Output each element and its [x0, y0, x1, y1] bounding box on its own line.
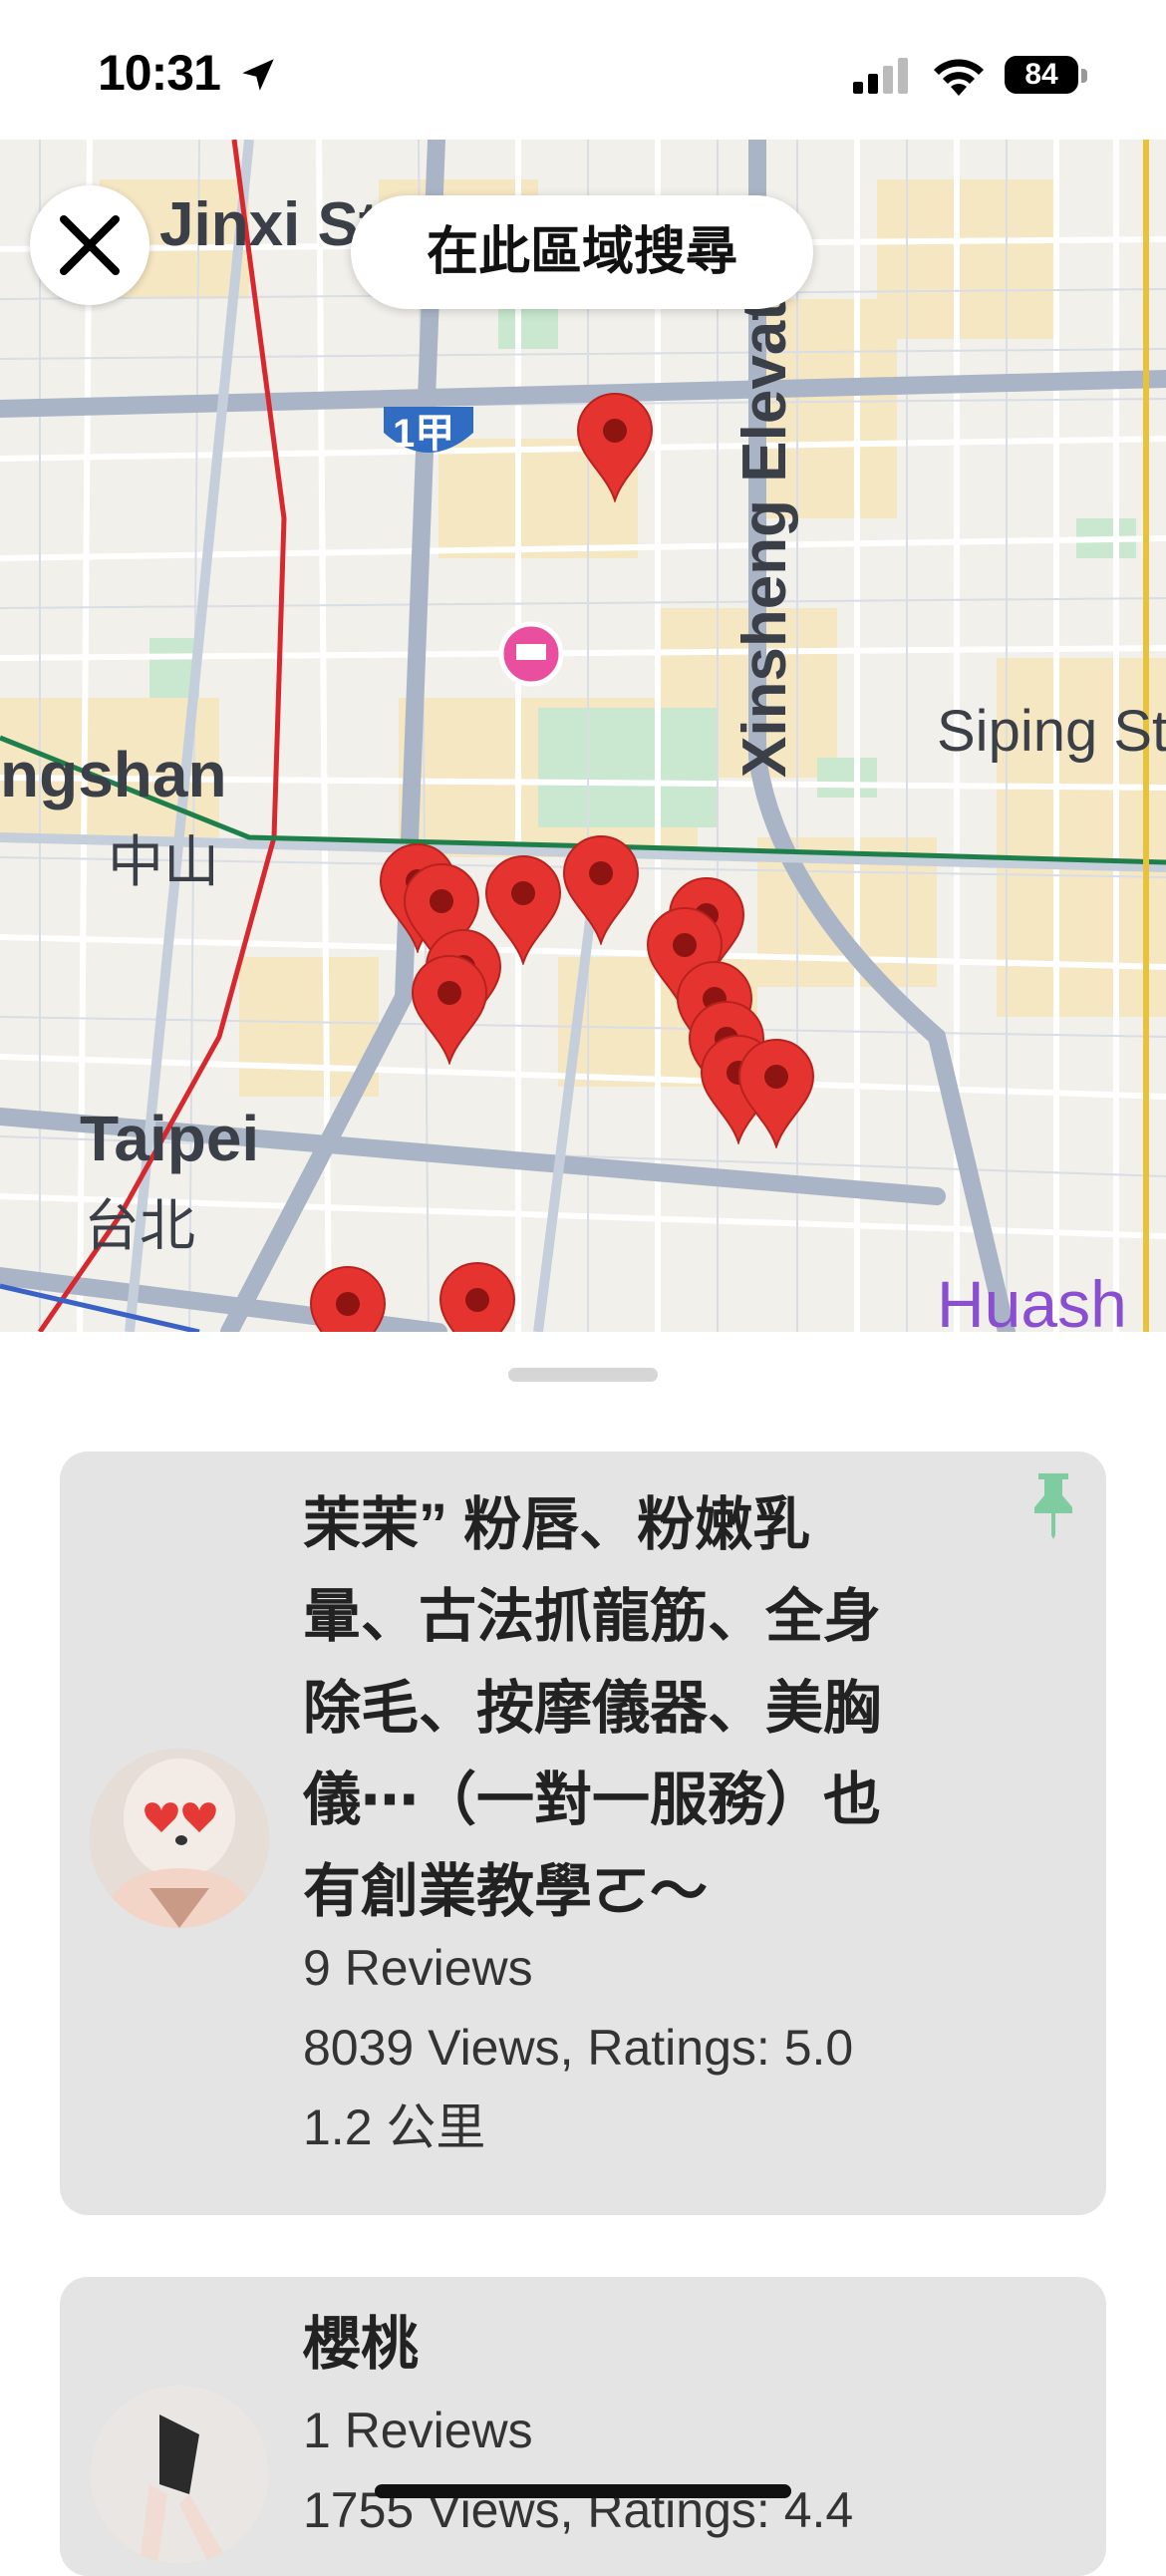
- map-label-zhongshan-zh: 中山: [108, 830, 219, 893]
- pin-icon[interactable]: [1028, 1469, 1078, 1539]
- map-label-zhongshan-en: ngshan: [0, 739, 227, 810]
- listing-card[interactable]: 茉茉” 粉唇、粉嫩乳 暈、古法抓龍筋、全身 除毛、按摩儀器、美胸 儀⋯（一對一服…: [60, 1451, 1106, 2215]
- location-arrow-icon: [242, 59, 274, 91]
- listing-reviews: 1 Reviews: [303, 2403, 533, 2458]
- results-sheet[interactable]: 茉茉” 粉唇、粉嫩乳 暈、古法抓龍筋、全身 除毛、按摩儀器、美胸 儀⋯（一對一服…: [0, 1332, 1166, 2576]
- listing-views-ratings: 8039 Views, Ratings: 5.0: [303, 2020, 854, 2076]
- map-pin[interactable]: [438, 1262, 516, 1332]
- listing-views-ratings: 1755 Views, Ratings: 4.4: [303, 2482, 854, 2538]
- battery-percent: 84: [1024, 58, 1058, 91]
- map-pin[interactable]: [737, 1039, 815, 1148]
- map-view[interactable]: Jinxi St Xinsheng Elevated Siping St ngs…: [0, 140, 1166, 1332]
- listing-reviews: 9 Reviews: [303, 1940, 533, 1996]
- status-time: 10:31: [98, 45, 221, 101]
- sheet-grabber[interactable]: [508, 1368, 658, 1382]
- close-button[interactable]: [30, 185, 149, 305]
- search-this-area-button[interactable]: 在此區域搜尋: [351, 195, 813, 309]
- map-pin[interactable]: [562, 835, 640, 945]
- map-label-jinxi: Jinxi St: [159, 190, 380, 259]
- map-label-taipei-en: Taipei: [80, 1103, 260, 1174]
- map-pin[interactable]: [576, 393, 654, 502]
- listing-card[interactable]: 櫻桃 1 Reviews 1755 Views, Ratings: 4.4: [60, 2277, 1106, 2576]
- listing-distance: 1.2 公里: [303, 2099, 486, 2155]
- listing-title: 茉茉” 粉唇、粉嫩乳 暈、古法抓龍筋、全身 除毛、按摩儀器、美胸 儀⋯（一對一服…: [303, 1492, 882, 1924]
- close-icon: [60, 215, 120, 275]
- battery-icon: 84: [1005, 52, 1088, 98]
- route-badge: 1甲: [393, 412, 455, 456]
- status-bar: 10:31 84: [0, 0, 1166, 140]
- listing-title: 櫻桃: [303, 2312, 420, 2377]
- cellular-signal-icon: [853, 58, 908, 94]
- map-pin[interactable]: [309, 1266, 387, 1332]
- map-label-huashan: Huash: [937, 1267, 1127, 1332]
- avatar: [90, 1749, 269, 1928]
- map-pin[interactable]: [411, 955, 488, 1065]
- wifi-icon: [934, 59, 984, 96]
- map-label-taipei-zh: 台北: [84, 1194, 195, 1257]
- home-indicator[interactable]: [375, 2484, 791, 2498]
- map-label-siping: Siping St: [937, 699, 1166, 764]
- map-label-xinsheng: Xinsheng Elevated: [730, 227, 799, 778]
- avatar: [90, 2385, 269, 2564]
